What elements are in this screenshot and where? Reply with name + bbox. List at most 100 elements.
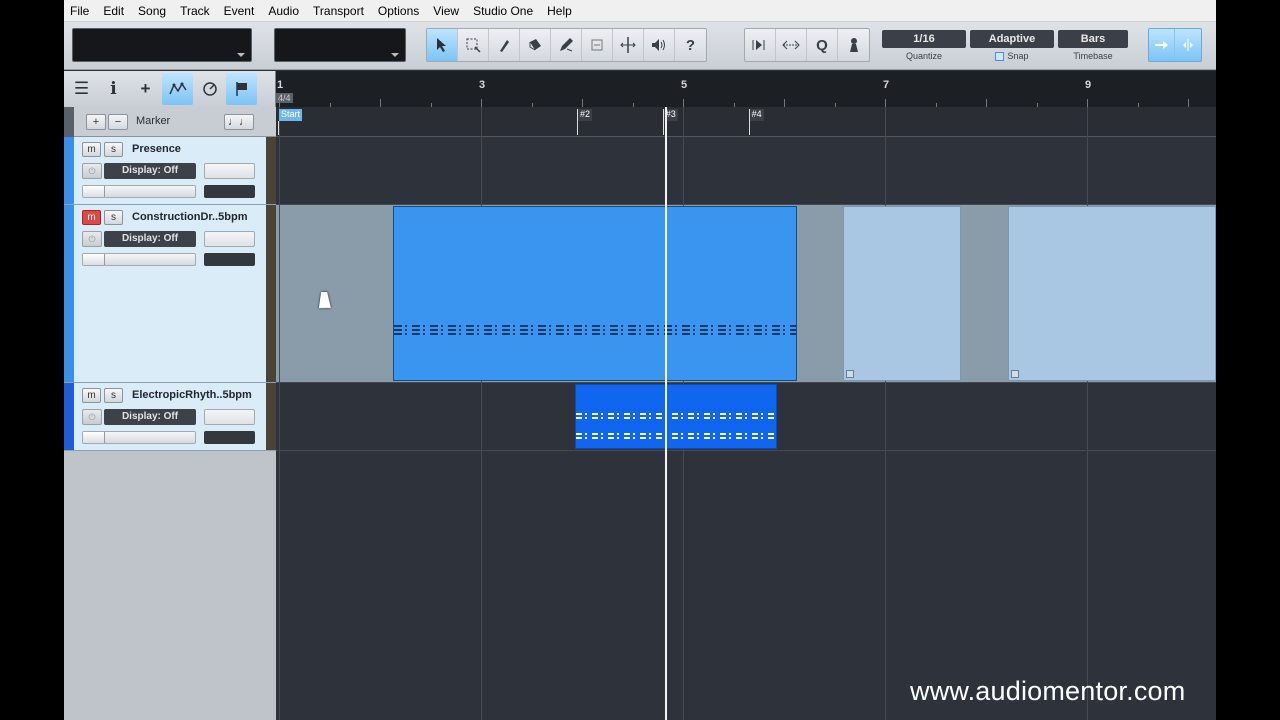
power-icon[interactable]: ⏻ [82,163,102,179]
add-marker-button[interactable]: + [86,114,106,130]
automation-icon[interactable] [162,73,193,105]
lane-presence[interactable] [276,137,1216,205]
event-volume-handle[interactable] [845,370,854,378]
waveform [575,417,776,419]
quantize-value[interactable]: 1/16 [882,30,966,48]
volume-fader[interactable] [82,185,196,198]
arrow-tool-icon[interactable] [427,29,458,61]
display-button[interactable]: Display: Off [104,409,196,425]
marker-flag[interactable]: Start [277,109,303,135]
menu-transport[interactable]: Transport [313,4,364,18]
ruler-tick [279,99,280,107]
eraser-tool-icon[interactable] [520,29,551,61]
waveform [575,433,776,435]
audio-event[interactable] [393,206,798,381]
menu-file[interactable]: File [70,4,89,18]
follow-icon[interactable] [1175,29,1201,61]
quantize-control[interactable]: 1/16 Quantize [882,30,966,61]
menu-audio[interactable]: Audio [268,4,299,18]
audio-event[interactable] [574,384,777,449]
display-button[interactable]: Display: Off [104,231,196,247]
solo-button[interactable]: s [104,210,123,225]
power-icon[interactable]: ⏻ [82,409,102,425]
inspector-icon[interactable]: i [98,73,129,105]
marker-lane[interactable]: Start #2 #3 #4 [276,107,1216,137]
autoscroll-group [1148,28,1202,62]
fader-knob[interactable] [83,186,105,197]
mute-button[interactable]: m [82,142,101,157]
timebase-value[interactable]: Bars [1058,30,1128,48]
mute-tool-icon[interactable] [582,29,613,61]
timebase-label: Timebase [1073,51,1113,61]
grid-line [481,107,482,137]
menu-event[interactable]: Event [224,4,255,18]
display-button[interactable]: Display: Off [104,163,196,179]
track-name[interactable]: Presence [132,143,181,155]
metronome-icon[interactable] [838,29,869,61]
track-list-icon[interactable]: ☰ [66,73,97,105]
timebase-control[interactable]: Bars Timebase [1058,30,1128,61]
help-icon[interactable]: ? [675,29,706,61]
event-volume-handle[interactable] [1011,370,1020,378]
nudge-forward-icon[interactable] [745,29,776,61]
fader-knob[interactable] [83,432,105,443]
nudge-back-icon[interactable] [776,29,807,61]
audio-event[interactable] [842,206,961,381]
audio-event[interactable] [1008,206,1216,381]
solo-button[interactable]: s [104,388,123,403]
track-input-field[interactable] [204,231,255,247]
track-header-construction[interactable]: m s ConstructionDr..5bpm ⏻ Display: Off [64,205,276,383]
listen-tool-icon[interactable] [644,29,675,61]
snap-value[interactable]: Adaptive [970,30,1054,48]
menu-edit[interactable]: Edit [103,4,124,18]
split-tool-icon[interactable] [489,29,520,61]
solo-button[interactable]: s [104,142,123,157]
track-input-field[interactable] [204,163,255,179]
track-name[interactable]: ConstructionDr..5bpm [132,211,248,223]
snap-checkbox[interactable] [995,52,1005,62]
track-list-empty-area[interactable] [64,451,276,720]
volume-fader[interactable] [82,253,196,266]
track-header-presence[interactable]: m s Presence ⏻ Display: Off [64,137,276,205]
power-icon[interactable]: ⏻ [82,231,102,247]
add-track-icon[interactable]: + [130,73,161,105]
menu-bar: File Edit Song Track Event Audio Transpo… [64,0,1216,22]
toolbar-dropdown-left[interactable] [72,28,252,62]
menu-song[interactable]: Song [138,4,166,18]
remove-marker-button[interactable]: − [108,114,128,130]
timeline-ruler[interactable]: 4/4 13579 [276,71,1216,107]
chevron-down-icon [237,53,245,57]
track-name[interactable]: ElectropicRhyth..5bpm [132,389,252,401]
menu-view[interactable]: View [433,4,459,18]
marker-track-label: Marker [136,115,171,127]
menu-help[interactable]: Help [547,4,572,18]
snap-control[interactable]: Adaptive Snap [970,30,1054,62]
toolbar-dropdown-right[interactable] [274,28,406,62]
marker-flag-icon[interactable] [226,73,257,105]
autoscroll-icon[interactable] [1149,29,1175,61]
marker-options-button[interactable]: ♩♩ [224,114,254,130]
track-input-field[interactable] [204,409,255,425]
tempo-icon[interactable] [194,73,225,105]
pencil-tool-icon[interactable] [551,29,582,61]
marker-flag[interactable]: #2 [576,109,592,135]
level-meter [204,431,255,444]
arrange-view[interactable] [276,137,1216,720]
track-header-electropic[interactable]: m s ElectropicRhyth..5bpm ⏻ Display: Off [64,383,276,451]
marker-flag[interactable]: #4 [748,109,764,135]
waveform [575,413,776,415]
volume-fader[interactable] [82,431,196,444]
ruler-tick [380,99,381,107]
menu-studio-one[interactable]: Studio One [473,4,533,18]
bar-number: 3 [479,79,486,91]
mute-button[interactable]: m [82,210,101,225]
bend-tool-icon[interactable] [613,29,644,61]
playhead-cursor[interactable] [664,107,667,720]
quantize-button[interactable]: Q [807,29,838,61]
mute-button[interactable]: m [82,388,101,403]
range-tool-icon[interactable] [458,29,489,61]
waveform [394,325,797,327]
fader-knob[interactable] [83,254,105,265]
menu-options[interactable]: Options [378,4,419,18]
menu-track[interactable]: Track [180,4,210,18]
